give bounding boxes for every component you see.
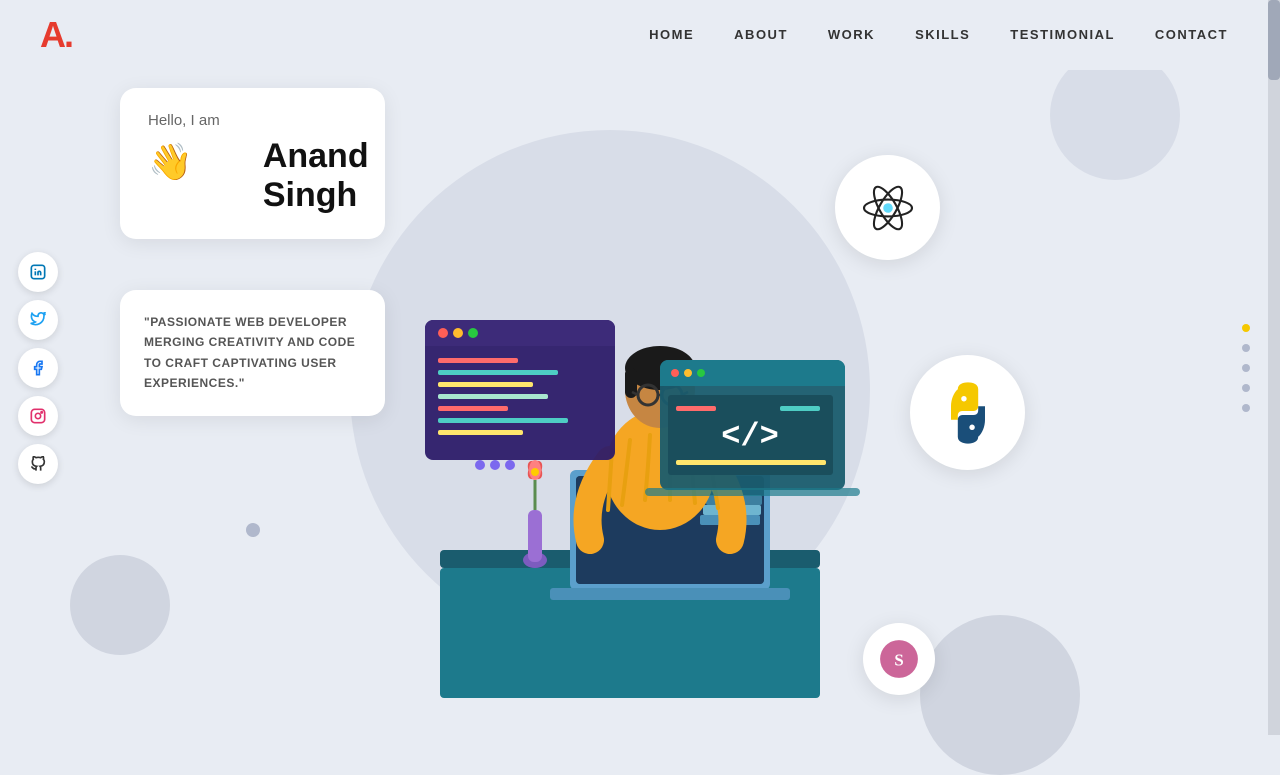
- scrollbar[interactable]: [1268, 0, 1280, 735]
- twitter-icon: [30, 312, 46, 328]
- nav-link-contact[interactable]: CONTACT: [1155, 27, 1228, 42]
- svg-text:S: S: [894, 650, 903, 669]
- card-quote: "PASSIONATE WEB DEVELOPER MERGING CREATI…: [120, 290, 385, 416]
- github-button[interactable]: [18, 444, 58, 484]
- page-dot-3[interactable]: [1242, 364, 1250, 372]
- github-icon: [30, 456, 46, 472]
- nav-link-home[interactable]: HOME: [649, 27, 694, 42]
- linkedin-icon: [30, 264, 46, 280]
- svg-text:</>: </>: [721, 418, 779, 455]
- linkedin-button[interactable]: [18, 252, 58, 292]
- facebook-button[interactable]: [18, 348, 58, 388]
- greeting-text: Hello, I am: [148, 112, 357, 129]
- page-dot-5[interactable]: [1242, 404, 1250, 412]
- instagram-icon: [30, 408, 46, 424]
- logo-letter: A: [40, 14, 64, 55]
- bg-circle-bottom-left: [70, 555, 170, 655]
- python-icon: [934, 379, 1002, 447]
- quote-text: "PASSIONATE WEB DEVELOPER MERGING CREATI…: [144, 312, 361, 394]
- facebook-icon: [30, 360, 46, 376]
- wave-emoji: 👋: [148, 141, 193, 183]
- page-dot-1[interactable]: [1242, 324, 1250, 332]
- card-hello: Hello, I am 👋 AnandSingh: [120, 88, 385, 239]
- navbar: A. HOME ABOUT WORK SKILLS TESTIMONIAL CO…: [0, 0, 1268, 70]
- nav-link-testimonial[interactable]: TESTIMONIAL: [1010, 27, 1115, 42]
- nav-links: HOME ABOUT WORK SKILLS TESTIMONIAL CONTA…: [649, 26, 1228, 44]
- nav-item-work[interactable]: WORK: [828, 26, 875, 44]
- hero-illustration: </>: [350, 120, 880, 700]
- instagram-button[interactable]: [18, 396, 58, 436]
- sass-icon: S: [878, 638, 920, 680]
- page-dot-4[interactable]: [1242, 384, 1250, 392]
- page-dots: [1242, 324, 1250, 412]
- nav-link-work[interactable]: WORK: [828, 27, 875, 42]
- decorative-dot-1: [246, 523, 260, 537]
- nav-link-skills[interactable]: SKILLS: [915, 27, 970, 42]
- nav-link-about[interactable]: ABOUT: [734, 27, 788, 42]
- nav-item-skills[interactable]: SKILLS: [915, 26, 970, 44]
- nav-item-home[interactable]: HOME: [649, 26, 694, 44]
- logo[interactable]: A.: [40, 14, 72, 56]
- nav-item-testimonial[interactable]: TESTIMONIAL: [1010, 26, 1115, 44]
- bg-circle-bottom-right: [920, 615, 1080, 775]
- python-tech-circle: [910, 355, 1025, 470]
- nav-item-about[interactable]: ABOUT: [734, 26, 788, 44]
- scrollbar-thumb[interactable]: [1268, 0, 1280, 80]
- logo-dot: .: [64, 14, 72, 55]
- page-dot-2[interactable]: [1242, 344, 1250, 352]
- twitter-button[interactable]: [18, 300, 58, 340]
- social-icons: [18, 252, 58, 484]
- nav-item-contact[interactable]: CONTACT: [1155, 26, 1228, 44]
- developer-illustration: </>: [350, 120, 880, 720]
